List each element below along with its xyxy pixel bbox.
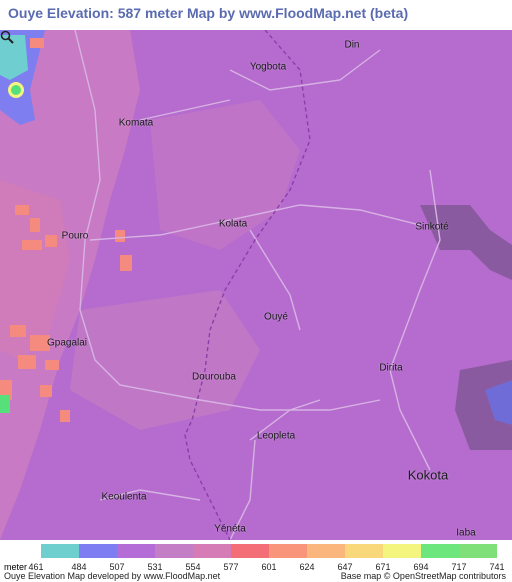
place-label-sinkote: Sinkoté <box>415 221 449 233</box>
legend-swatch <box>345 544 383 558</box>
place-label-kolata: Kolata <box>218 218 248 230</box>
place-label-yeneta: Yénéta <box>214 523 246 535</box>
legend-swatch <box>459 544 497 558</box>
place-label-dirita: Dirita <box>379 362 403 374</box>
legend-swatch <box>155 544 193 558</box>
legend-swatch <box>117 544 155 558</box>
footer-attribution: Base map © OpenStreetMap contributors <box>340 571 506 581</box>
legend-swatches <box>41 544 497 558</box>
place-label-gpagalai: Gpagalai <box>46 337 88 349</box>
place-label-leopleta: Leopleta <box>256 430 296 442</box>
place-label-keoulenta: Keoulenta <box>101 491 147 503</box>
elevation-map[interactable]: Din Yogbota Komata Kolata Sinkoté Pouro … <box>0 30 512 540</box>
magnifier-icon[interactable] <box>0 30 14 44</box>
title-bar: Ouye Elevation: 587 meter Map by www.Flo… <box>0 0 512 30</box>
legend-swatch <box>41 544 79 558</box>
page-title: Ouye Elevation: 587 meter Map by www.Flo… <box>8 5 409 21</box>
legend-swatch <box>383 544 421 558</box>
place-label-pouro: Pouro <box>61 230 89 242</box>
legend-tick-label: 624 <box>299 562 315 572</box>
place-label-komata: Komata <box>118 117 154 129</box>
place-label-iaba: Iaba <box>456 527 476 539</box>
place-label-ouye: Ouyé <box>264 311 288 323</box>
legend-swatch <box>269 544 307 558</box>
terrain-peak-w <box>0 395 10 413</box>
footer-credit: Ouye Elevation Map developed by www.Floo… <box>4 571 221 581</box>
place-label-din: Din <box>344 39 360 51</box>
legend-swatch <box>231 544 269 558</box>
map-canvas <box>0 30 512 540</box>
legend-swatch <box>79 544 117 558</box>
place-label-kokota: Kokota <box>407 467 449 483</box>
place-label-dourouba: Dourouba <box>192 371 236 383</box>
place-label-yogbota: Yogbota <box>249 61 287 73</box>
legend-swatch <box>421 544 459 558</box>
legend-swatch <box>307 544 345 558</box>
legend-swatch <box>193 544 231 558</box>
legend-tick-label: 577 <box>223 562 239 572</box>
legend-tick-label: 601 <box>261 562 277 572</box>
